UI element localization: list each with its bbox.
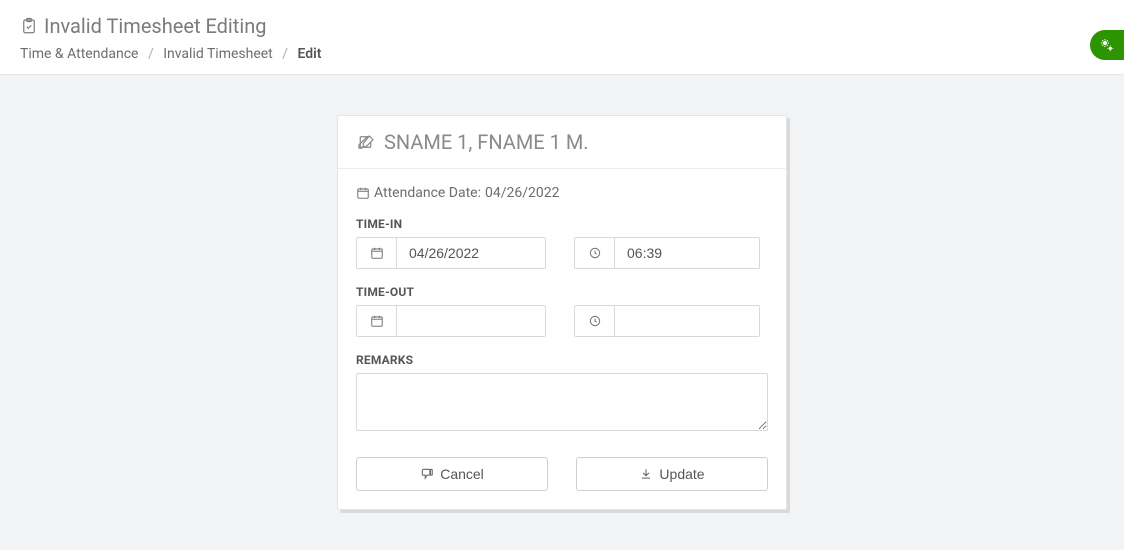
clipboard-check-icon [20, 17, 38, 35]
attendance-date: Attendance Date: 04/26/2022 [356, 185, 768, 201]
time-out-date-input[interactable] [397, 306, 545, 336]
button-row: Cancel Update [356, 457, 768, 491]
time-out-time-input[interactable] [615, 306, 759, 336]
cancel-button[interactable]: Cancel [356, 457, 548, 491]
attendance-date-label: Attendance Date: [374, 185, 481, 201]
time-out-label: TIME-OUT [356, 285, 768, 299]
calendar-icon [356, 186, 370, 200]
time-in-label: TIME-IN [356, 217, 768, 231]
gears-icon [1099, 37, 1115, 53]
time-out-time-group [574, 305, 760, 337]
pencil-square-icon [358, 133, 376, 151]
breadcrumb-separator: / [142, 46, 160, 62]
employee-name: SNAME 1, FNAME 1 M. [384, 130, 589, 154]
card-body: Attendance Date: 04/26/2022 TIME-IN [338, 169, 786, 509]
time-in-date-input[interactable] [397, 238, 545, 268]
edit-card: SNAME 1, FNAME 1 M. Attendance Date: 04/… [337, 115, 787, 510]
remarks-textarea[interactable] [356, 373, 768, 431]
time-in-row [356, 237, 768, 269]
breadcrumb-time-attendance[interactable]: Time & Attendance [20, 46, 138, 62]
breadcrumb-invalid-timesheet[interactable]: Invalid Timesheet [163, 46, 273, 62]
content-area: SNAME 1, FNAME 1 M. Attendance Date: 04/… [0, 75, 1124, 550]
time-in-time-input[interactable] [615, 238, 759, 268]
calendar-icon [357, 306, 397, 336]
remarks-label: REMARKS [356, 353, 768, 367]
breadcrumb-current: Edit [298, 46, 322, 62]
top-bar: Invalid Timesheet Editing Time & Attenda… [0, 0, 1124, 75]
download-icon [639, 467, 653, 481]
time-in-time-group [574, 237, 760, 269]
thumbs-down-icon [420, 467, 434, 481]
update-button[interactable]: Update [576, 457, 768, 491]
attendance-date-value: 04/26/2022 [485, 185, 560, 201]
settings-fab[interactable] [1090, 30, 1124, 60]
calendar-icon [357, 238, 397, 268]
time-in-date-group [356, 237, 546, 269]
clock-icon [575, 306, 615, 336]
page-title: Invalid Timesheet Editing [20, 14, 1104, 38]
time-out-row [356, 305, 768, 337]
breadcrumb: Time & Attendance / Invalid Timesheet / … [20, 46, 1104, 62]
time-out-date-group [356, 305, 546, 337]
breadcrumb-separator: / [276, 46, 294, 62]
update-button-label: Update [659, 466, 704, 482]
clock-icon [575, 238, 615, 268]
page-title-text: Invalid Timesheet Editing [44, 14, 266, 38]
cancel-button-label: Cancel [440, 466, 484, 482]
card-header: SNAME 1, FNAME 1 M. [338, 116, 786, 169]
